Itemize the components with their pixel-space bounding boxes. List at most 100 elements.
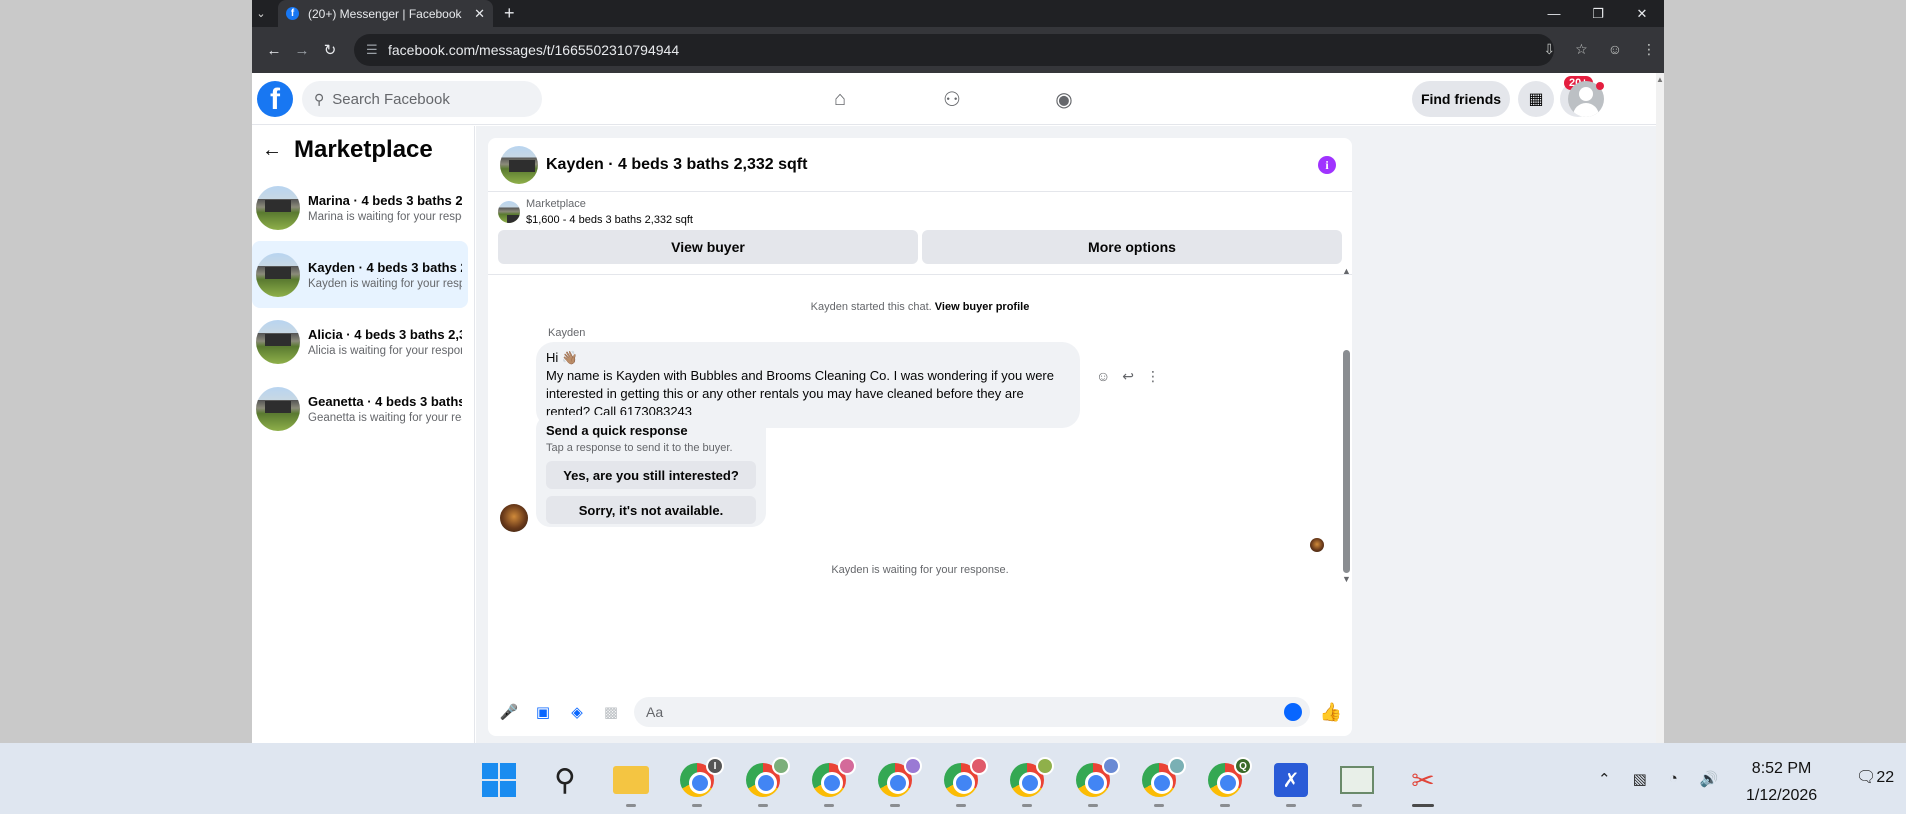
search-placeholder: Search Facebook	[332, 90, 450, 108]
chrome-taskbar-button[interactable]	[1136, 757, 1186, 807]
photo-icon[interactable]: ▣	[532, 701, 554, 723]
message-composer: 🎤 ▣ ◈ ▩ Aa 👍	[488, 694, 1352, 730]
chrome-taskbar-button[interactable]	[938, 757, 988, 807]
scroll-down-icon[interactable]: ▼	[1342, 574, 1351, 584]
back-icon[interactable]: ←	[260, 42, 288, 59]
react-icon[interactable]: ☺	[1096, 368, 1110, 385]
minimize-icon[interactable]: —	[1532, 0, 1576, 27]
start-button[interactable]	[476, 757, 522, 803]
quick-response-subtitle: Tap a response to send it to the buyer.	[546, 442, 733, 454]
snipping-tool-button[interactable]: ✂	[1400, 757, 1446, 807]
main-nav: ⌂ ⚇ ◉	[822, 85, 1082, 113]
url-field[interactable]: ☰ facebook.com/messages/t/16655023107949…	[354, 34, 1554, 66]
clock[interactable]: 8:52 PM 1/12/2026	[1746, 755, 1817, 809]
message-input[interactable]: Aa	[634, 697, 1310, 727]
tab-close-icon[interactable]: ✕	[474, 6, 485, 22]
notification-count: 22	[1876, 769, 1895, 786]
battery-icon[interactable]: ▧	[1633, 770, 1647, 788]
conversation-item[interactable]: Alicia · 4 beds 3 baths 2,332 sqft Alici…	[252, 308, 468, 375]
browser-menu-icon[interactable]: ⋮	[1642, 41, 1656, 58]
new-tab-icon[interactable]: +	[504, 3, 515, 24]
info-icon[interactable]: i	[1318, 156, 1336, 174]
forward-icon[interactable]: →	[288, 42, 316, 59]
chrome-taskbar-button[interactable]	[1004, 757, 1054, 807]
sender-avatar[interactable]	[500, 504, 528, 532]
taskbar-apps: ⚲ I Q ✗ ✂	[476, 757, 1446, 807]
clock-time: 8:52 PM	[1751, 760, 1812, 777]
search-input[interactable]: ⚲ Search Facebook	[302, 81, 542, 117]
conversation-item[interactable]: Marina · 4 beds 3 baths 2,332 sqft Marin…	[252, 174, 468, 241]
notification-center-icon[interactable]: 🗨22	[1856, 767, 1894, 787]
scroll-up-icon[interactable]: ▲	[1342, 266, 1351, 276]
url-text: facebook.com/messages/t/1665502310794944	[388, 42, 680, 58]
page-scroll-up-icon[interactable]: ▲	[1656, 75, 1664, 84]
address-bar-actions: ⇩ ☆ ☺ ⋮	[1543, 41, 1656, 58]
facebook-logo-icon[interactable]: f	[257, 81, 293, 117]
message-scrollbar[interactable]: ▲ ▼	[1340, 266, 1352, 584]
volume-icon[interactable]: 🔊	[1700, 770, 1719, 788]
scroll-thumb[interactable]	[1343, 350, 1350, 573]
tab-messenger[interactable]: f (20+) Messenger | Facebook ✕	[278, 0, 493, 27]
vscode-taskbar-button[interactable]: ✗	[1268, 757, 1314, 807]
profile-badge-icon: I	[706, 757, 724, 775]
search-taskbar-icon: ⚲	[554, 763, 576, 797]
file-explorer-button[interactable]	[608, 757, 654, 807]
site-settings-icon[interactable]: ☰	[366, 42, 378, 58]
conversation-status: Alicia is waiting for your response. · 8…	[308, 344, 462, 357]
friends-icon[interactable]: ⚇	[934, 85, 970, 113]
chrome-taskbar-button[interactable]	[872, 757, 922, 807]
chat-started-notice: Kayden started this chat. View buyer pro…	[488, 301, 1352, 313]
quick-response-yes-button[interactable]: Yes, are you still interested?	[546, 461, 756, 489]
sender-name: Kayden	[548, 327, 586, 339]
more-icon[interactable]: ⋮	[1146, 368, 1160, 385]
microphone-icon[interactable]: 🎤	[498, 701, 520, 723]
profile-icon[interactable]: ☺	[1608, 41, 1622, 58]
search-taskbar-button[interactable]: ⚲	[542, 757, 588, 803]
facebook-header: f ⚲ Search Facebook ⌂ ⚇ ◉ Find friends ▦…	[252, 73, 1656, 125]
home-icon[interactable]: ⌂	[822, 85, 858, 113]
chrome-taskbar-button[interactable]: Q	[1202, 757, 1252, 807]
view-buyer-profile-link[interactable]: View buyer profile	[935, 301, 1030, 313]
page-scrollbar[interactable]: ▲	[1656, 73, 1664, 743]
chrome-taskbar-button[interactable]	[806, 757, 856, 807]
chrome-taskbar-button[interactable]	[740, 757, 790, 807]
back-arrow-icon[interactable]: ←	[262, 139, 282, 162]
install-app-icon[interactable]: ⇩	[1543, 41, 1555, 58]
reload-icon[interactable]: ↻	[316, 41, 344, 59]
tab-search-icon[interactable]: ⌄	[252, 0, 270, 27]
close-window-icon[interactable]: ✕	[1620, 0, 1664, 27]
quick-response-no-button[interactable]: Sorry, it's not available.	[546, 496, 756, 524]
message-actions: ☺ ↩ ⋮	[1096, 368, 1160, 385]
conversation-status: Geanetta is waiting for your response. ·…	[308, 411, 462, 424]
listing-thumbnail	[256, 185, 300, 230]
conversation-item-active[interactable]: Kayden · 4 beds 3 baths 2,332 sqft Kayde…	[252, 241, 468, 308]
find-friends-button[interactable]: Find friends	[1412, 81, 1510, 117]
listing-small-thumbnail	[498, 201, 520, 223]
groups-icon[interactable]: ◉	[1046, 85, 1082, 113]
restore-icon[interactable]: ❐	[1576, 0, 1620, 27]
profile-badge-icon	[1036, 757, 1054, 775]
conversation-name: Alicia · 4 beds 3 baths 2,332 sqft	[308, 326, 462, 342]
chat-title[interactable]: Kayden · 4 beds 3 baths 2,332 sqft	[546, 156, 807, 174]
marketplace-sidebar: ← Marketplace Marina · 4 beds 3 baths 2,…	[252, 126, 475, 743]
show-hidden-icons-icon[interactable]: ⌃	[1598, 770, 1611, 788]
chat-listing-thumbnail[interactable]	[500, 145, 538, 184]
reply-icon[interactable]: ↩	[1122, 368, 1134, 385]
listing-summary[interactable]: Marketplace $1,600 - 4 beds 3 baths 2,33…	[488, 192, 1352, 226]
chrome-taskbar-button[interactable]	[1070, 757, 1120, 807]
conversation-status: Marina is waiting for your response. · 3…	[308, 210, 462, 223]
conversation-item[interactable]: Geanetta · 4 beds 3 baths 2,332 sqft Gea…	[252, 375, 468, 442]
windows-logo-icon	[482, 763, 516, 797]
chrome-taskbar-button[interactable]: I	[674, 757, 724, 807]
emoji-icon[interactable]	[1283, 703, 1302, 721]
menu-grid-icon[interactable]: ▦	[1518, 81, 1554, 117]
app-taskbar-button[interactable]	[1334, 757, 1380, 807]
thumbs-up-icon[interactable]: 👍	[1320, 702, 1342, 723]
bookmark-star-icon[interactable]: ☆	[1575, 41, 1588, 58]
gif-icon[interactable]: ▩	[600, 701, 622, 723]
seen-avatar	[1310, 538, 1324, 552]
code-editor-icon: ✗	[1274, 763, 1308, 797]
wifi-icon[interactable]: ◔	[1669, 770, 1678, 788]
sticker-icon[interactable]: ◈	[566, 701, 588, 723]
tab-title: (20+) Messenger | Facebook	[308, 6, 462, 21]
